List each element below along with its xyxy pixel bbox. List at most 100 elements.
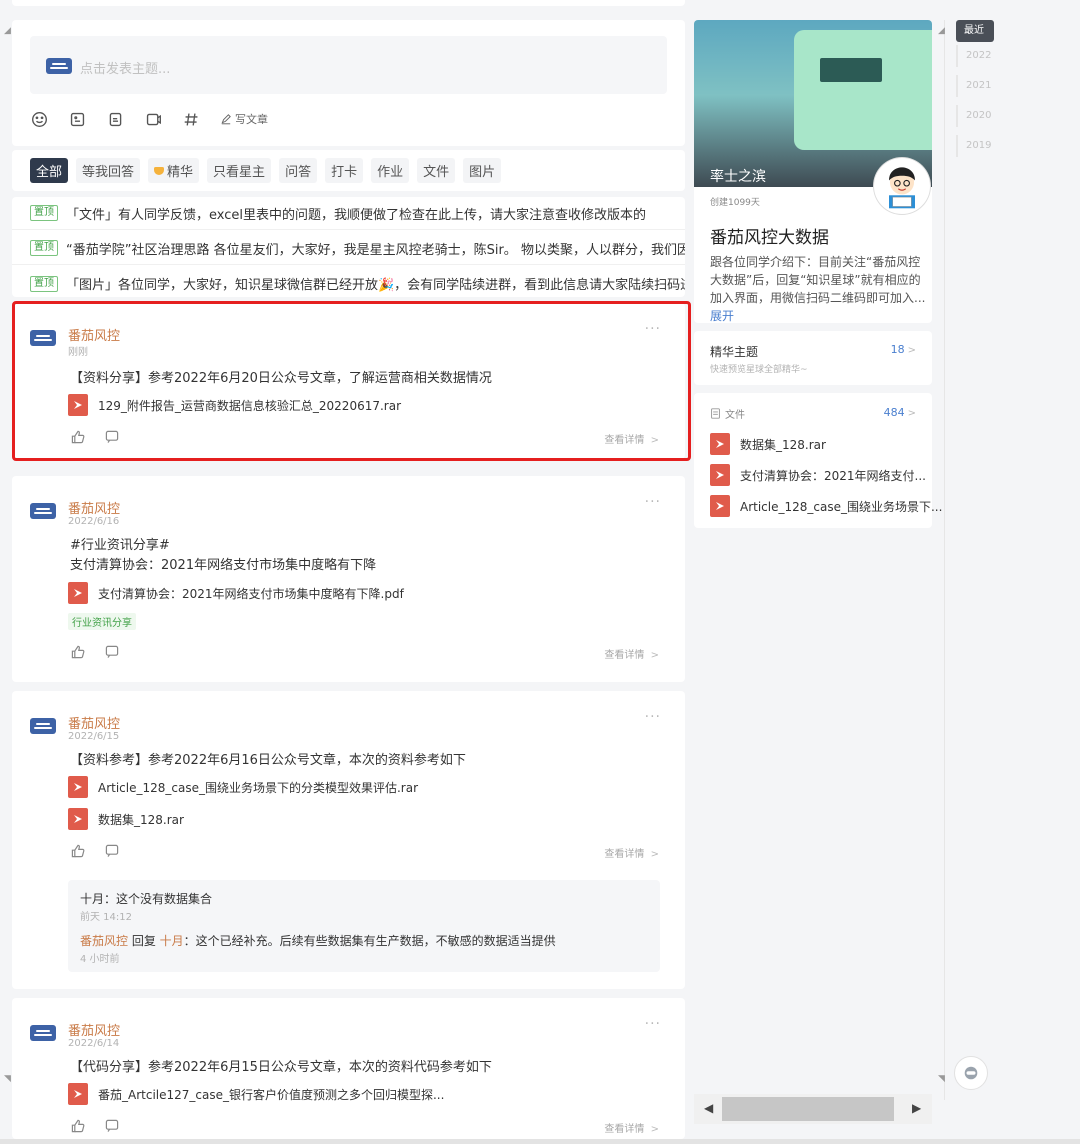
- filter-all[interactable]: 全部: [30, 158, 69, 183]
- view-detail-label: 查看详情: [604, 849, 645, 860]
- owner-avatar[interactable]: [874, 158, 930, 214]
- emoji-icon[interactable]: [30, 110, 48, 128]
- chevron-right-icon: >: [650, 849, 659, 860]
- featured-title: 精华主题: [710, 345, 759, 359]
- like-icon[interactable]: [70, 644, 86, 660]
- file-icon[interactable]: [106, 110, 124, 128]
- comment-text[interactable]: 十月：这个没有数据集合: [80, 890, 212, 907]
- filter-images[interactable]: 图片: [463, 158, 502, 183]
- featured-topics[interactable]: 精华主题 快速预览星球全部精华~ 18 >: [694, 331, 932, 385]
- scroll-up-icon[interactable]: ◢: [4, 26, 11, 36]
- cover-shape: [820, 58, 882, 82]
- file-item[interactable]: 数据集_128.rar: [710, 433, 826, 455]
- post-card: 番茄风控 2022/6/14 ··· 【代码分享】参考2022年6月15日公众号…: [12, 998, 685, 1139]
- pinned-text: 「图片」各位同学，大家好，知识星球微信群已经开放🎉，会有同学陆续进群，看到此信息…: [66, 278, 685, 293]
- pinned-item[interactable]: 置顶 “番茄学院”社区治理思路 各位星友们，大家好，我是星主风控老骑士，陈Sir。…: [12, 232, 685, 265]
- composer-card: 点击发表主题... 写文章: [12, 20, 685, 146]
- files-count[interactable]: 484 >: [884, 406, 916, 419]
- view-detail-link[interactable]: 查看详情 >: [604, 845, 659, 860]
- view-detail-link[interactable]: 查看详情 >: [604, 1120, 659, 1135]
- comment-icon[interactable]: [104, 1118, 120, 1134]
- hashtag-icon[interactable]: [182, 110, 200, 128]
- filter-qa[interactable]: 问答: [279, 158, 318, 183]
- document-icon: [711, 408, 720, 419]
- post-author[interactable]: 番茄风控: [68, 1020, 120, 1039]
- like-icon[interactable]: [70, 843, 86, 859]
- attachment[interactable]: 129_附件报告_运营商数据信息核验汇总_20220617.rar: [68, 394, 401, 416]
- comment-reply[interactable]: 番茄风控 回复 十月：这个已经补充。后续有些数据集有生产数据，不敏感的数据适当提…: [80, 932, 556, 949]
- filter-owner-only[interactable]: 只看星主: [207, 158, 272, 183]
- attachment[interactable]: 支付清算协会：2021年网络支付市场集中度略有下降.pdf: [68, 582, 404, 604]
- more-icon[interactable]: ···: [645, 494, 661, 510]
- year-2020[interactable]: 2020: [956, 105, 996, 127]
- post-author[interactable]: 番茄风控: [68, 325, 120, 344]
- year-2021[interactable]: 2021: [956, 75, 996, 97]
- scroll-down-icon[interactable]: ◥: [938, 1074, 945, 1084]
- scroll-right-icon[interactable]: ▶: [912, 1101, 921, 1115]
- comment-icon[interactable]: [104, 843, 120, 859]
- view-detail-link[interactable]: 查看详情 >: [604, 431, 659, 446]
- scroll-left-icon[interactable]: ◀: [704, 1101, 713, 1115]
- image-icon[interactable]: [68, 110, 86, 128]
- compose-input[interactable]: 点击发表主题...: [30, 36, 667, 94]
- more-icon[interactable]: ···: [645, 321, 661, 337]
- expand-link[interactable]: 展开: [710, 309, 734, 323]
- author-avatar[interactable]: [30, 503, 56, 519]
- filter-featured[interactable]: 精华: [148, 158, 200, 183]
- comment-list: 十月：这个没有数据集合 前天 14:12 番茄风控 回复 十月：这个已经补充。后…: [68, 880, 660, 972]
- filter-files[interactable]: 文件: [417, 158, 456, 183]
- topic-tag[interactable]: 行业资讯分享: [68, 613, 136, 630]
- filter-tabs: 全部 等我回答 精华 只看星主 问答 打卡 作业 文件 图片: [12, 150, 685, 191]
- year-2019[interactable]: 2019: [956, 135, 996, 157]
- more-icon[interactable]: ···: [645, 709, 661, 725]
- pinned-tag: 置顶: [30, 275, 58, 292]
- chevron-right-icon: >: [650, 1124, 659, 1135]
- attachment[interactable]: 番茄_Artcile127_case_银行客户价值度预测之多个回归模型探...: [68, 1083, 444, 1105]
- comment-icon[interactable]: [104, 644, 120, 660]
- file-item-name: 数据集_128.rar: [740, 437, 826, 452]
- comment-icon[interactable]: [104, 429, 120, 445]
- like-icon[interactable]: [70, 1118, 86, 1134]
- assistant-icon[interactable]: [954, 1056, 988, 1090]
- filter-homework[interactable]: 作业: [371, 158, 410, 183]
- scroll-down-icon[interactable]: ◥: [4, 1074, 11, 1084]
- files-header[interactable]: 文件: [710, 406, 745, 421]
- files-title: 文件: [725, 410, 745, 421]
- pinned-tag: 置顶: [30, 205, 58, 221]
- author-avatar[interactable]: [30, 1025, 56, 1041]
- pinned-text: 「文件」有人同学反馈，excel里表中的问题，我顺便做了检查在此上传，请大家注意…: [66, 207, 646, 223]
- author-avatar[interactable]: [30, 330, 56, 346]
- pinned-item[interactable]: 置顶 「图片」各位同学，大家好，知识星球微信群已经开放🎉，会有同学陆续进群，看到此…: [12, 267, 685, 300]
- post-author[interactable]: 番茄风控: [68, 713, 120, 732]
- author-avatar[interactable]: [30, 718, 56, 734]
- compose-toolbar: 写文章: [30, 110, 268, 128]
- video-icon[interactable]: [144, 110, 162, 128]
- scrollbar-thumb[interactable]: [722, 1097, 894, 1121]
- group-name: 番茄风控大数据: [710, 228, 829, 248]
- post-actions: [70, 1118, 120, 1134]
- write-article-button[interactable]: 写文章: [220, 111, 268, 127]
- pinned-item[interactable]: 置顶 「文件」有人同学反馈，excel里表中的问题，我顺便做了检查在此上传，请大家…: [12, 197, 685, 230]
- scroll-up-icon[interactable]: ◢: [938, 26, 945, 36]
- attachment[interactable]: Article_128_case_围绕业务场景下的分类模型效果评估.rar: [68, 776, 418, 798]
- filter-checkin[interactable]: 打卡: [325, 158, 364, 183]
- pen-icon: [221, 114, 231, 125]
- more-icon[interactable]: ···: [645, 1016, 661, 1032]
- filter-awaiting[interactable]: 等我回答: [76, 158, 141, 183]
- post-text: #行业资讯分享#: [70, 538, 170, 553]
- featured-count-value: 18: [890, 343, 905, 356]
- like-icon[interactable]: [70, 429, 86, 445]
- view-detail-link[interactable]: 查看详情 >: [604, 646, 659, 661]
- year-recent[interactable]: 最近: [956, 20, 994, 42]
- post-author[interactable]: 番茄风控: [68, 498, 120, 517]
- file-item[interactable]: 支付清算协会：2021年网络支付...: [710, 464, 926, 486]
- file-item[interactable]: Article_128_case_围绕业务场景下...: [710, 495, 942, 517]
- reply-target[interactable]: 十月: [160, 934, 184, 948]
- column-divider: [944, 20, 945, 1100]
- post-card: 番茄风控 2022/6/15 ··· 【资料参考】参考2022年6月16日公众号…: [12, 691, 685, 989]
- reply-author[interactable]: 番茄风控: [80, 934, 128, 948]
- year-2022[interactable]: 2022: [956, 45, 996, 67]
- attachment[interactable]: 数据集_128.rar: [68, 808, 184, 830]
- chevron-right-icon: >: [650, 650, 659, 661]
- comment-time: 4 小时前: [80, 954, 120, 965]
